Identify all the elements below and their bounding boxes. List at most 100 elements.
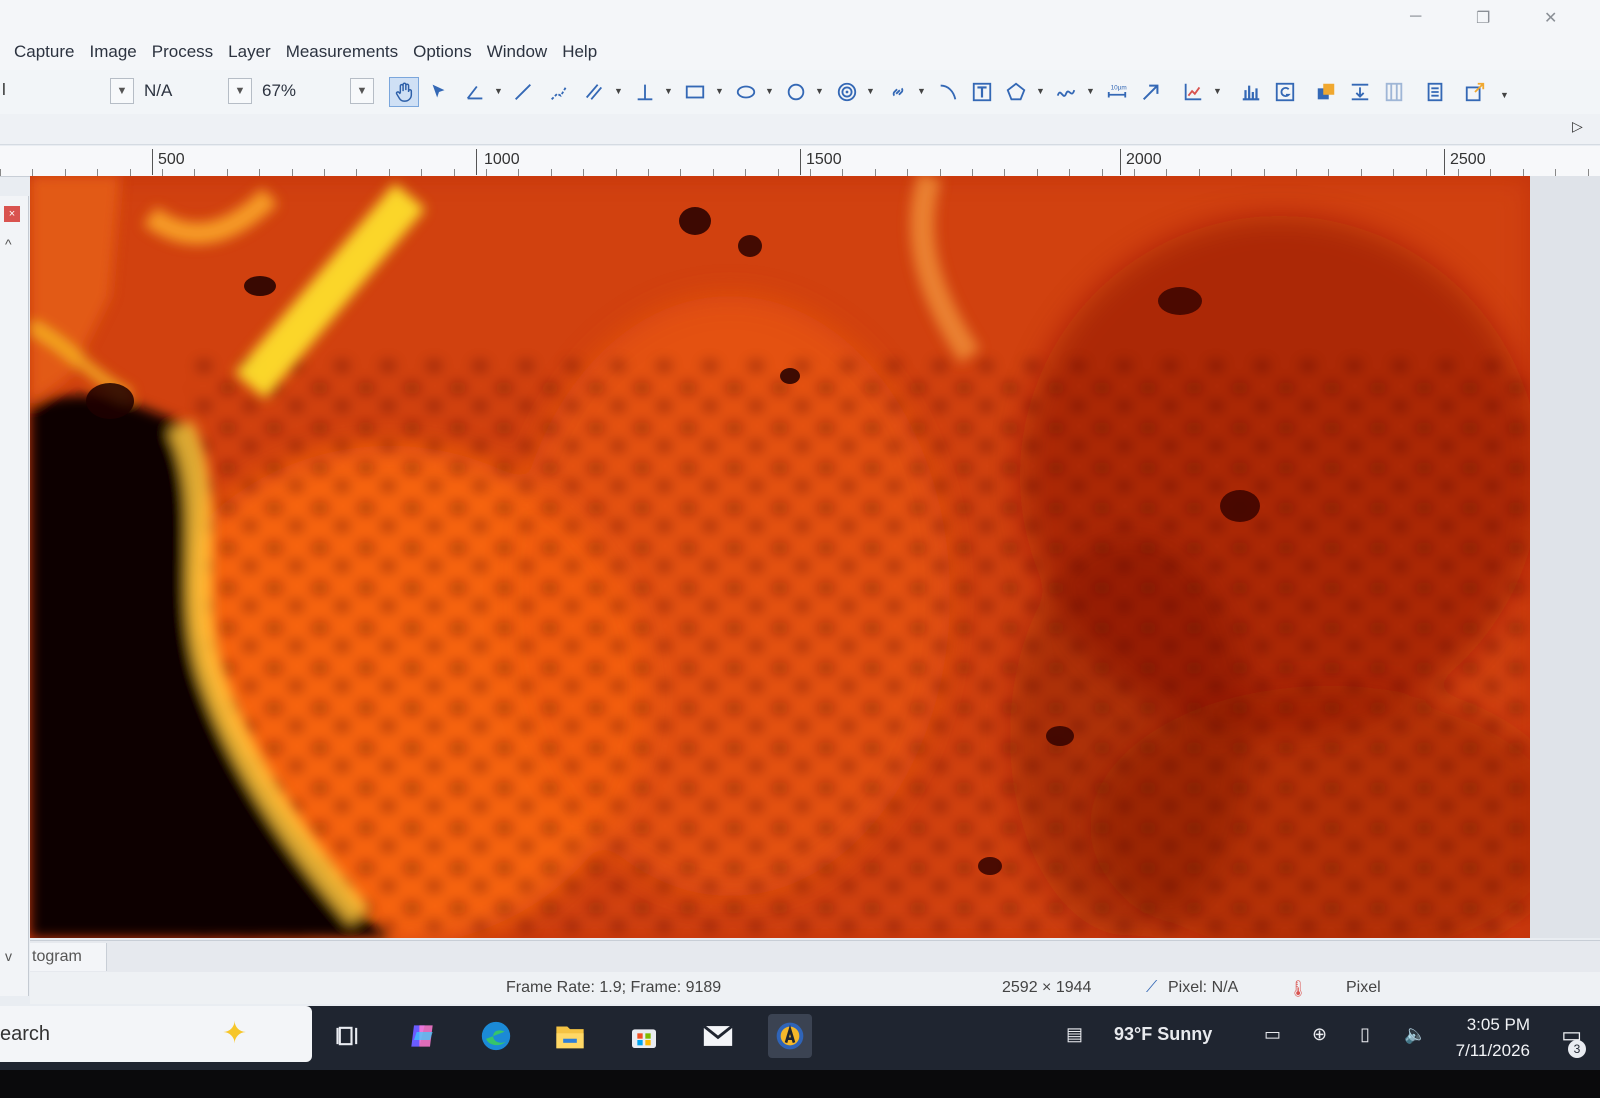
ruler-minor-tick (1490, 169, 1491, 176)
ellipse-dropdown-icon[interactable]: ▼ (765, 86, 774, 96)
parallel-dropdown-icon[interactable]: ▼ (614, 86, 623, 96)
ruler-minor-tick (1231, 169, 1232, 176)
ruler-minor-tick (454, 169, 455, 176)
toolbar: l ▼ N/A ▼ 67% ▼ ▼ ▼ ▼ ▼ ▼ ▼ ▼ ▼ ▼ ▼ 10µm… (0, 70, 1600, 115)
perpendicular-icon[interactable] (632, 79, 658, 105)
mail-icon[interactable] (700, 1018, 736, 1054)
report-icon[interactable] (1422, 79, 1448, 105)
expand-right-icon[interactable]: ▷ (1572, 118, 1583, 135)
menu-window[interactable]: Window (487, 42, 547, 62)
edge-browser-icon[interactable] (478, 1018, 514, 1054)
line-icon[interactable] (510, 79, 536, 105)
left-panel: × ^ v (0, 196, 29, 996)
ruler-minor-tick (32, 169, 33, 176)
ruler-minor-tick (1004, 169, 1005, 176)
taskbar-search[interactable]: earch ✦ (0, 1006, 312, 1062)
ruler-minor-tick (583, 169, 584, 176)
curve-dropdown-icon[interactable]: ▼ (1086, 86, 1095, 96)
copilot-icon[interactable] (404, 1018, 440, 1054)
angle-icon[interactable] (462, 79, 488, 105)
menu-process[interactable]: Process (152, 42, 213, 62)
scale-bar-icon[interactable]: 10µm (1104, 79, 1130, 105)
network-globe-icon[interactable]: ⊕ (1312, 1024, 1327, 1045)
arc-icon[interactable] (935, 79, 961, 105)
concentric-dropdown-icon[interactable]: ▼ (866, 86, 875, 96)
circle-icon[interactable] (783, 79, 809, 105)
meet-now-icon[interactable]: ▯ (1360, 1024, 1370, 1045)
menu-options[interactable]: Options (413, 42, 472, 62)
battery-icon[interactable]: ▭ (1264, 1024, 1281, 1045)
parallel-lines-icon[interactable] (581, 79, 607, 105)
g-tool-icon[interactable] (1272, 79, 1298, 105)
channel-combo[interactable]: ▼ N/A (110, 78, 172, 104)
notification-badge: 3 (1568, 1040, 1586, 1058)
measure-chart-icon[interactable] (1180, 79, 1206, 105)
tab-histogram[interactable]: togram (30, 943, 107, 971)
chevron-down-icon[interactable]: ▼ (350, 78, 374, 104)
clock-date: 7/11/2026 (1455, 1041, 1530, 1060)
weather-text[interactable]: 93°F Sunny (1114, 1024, 1212, 1045)
image-viewport[interactable] (30, 176, 1530, 938)
file-explorer-icon[interactable] (552, 1018, 588, 1054)
circle-dropdown-icon[interactable]: ▼ (815, 86, 824, 96)
close-icon[interactable]: × (4, 206, 20, 222)
system-clock[interactable]: 3:05 PM 7/11/2026 (1456, 1012, 1530, 1064)
export-icon[interactable] (1462, 79, 1488, 105)
menu-capture[interactable]: Capture (14, 42, 74, 62)
store-icon[interactable] (626, 1018, 662, 1054)
curve-icon[interactable] (1053, 79, 1079, 105)
screen: ─ ❐ ✕ Capture Image Process Layer Measur… (0, 0, 1600, 1098)
restore-button[interactable]: ❐ (1476, 8, 1490, 28)
arrow-tool-icon[interactable] (1138, 79, 1164, 105)
ruler-minor-tick (1102, 169, 1103, 176)
ruler-minor-tick (1166, 169, 1167, 176)
columns-icon[interactable] (1381, 79, 1407, 105)
chevron-down-icon[interactable]: v (5, 948, 12, 964)
thermometer-icon: 🌡 (1288, 981, 1309, 998)
chevron-down-icon[interactable]: ▼ (228, 78, 252, 104)
angle-dropdown-icon[interactable]: ▼ (494, 86, 503, 96)
ellipse-icon[interactable] (733, 79, 759, 105)
close-button[interactable]: ✕ (1544, 8, 1557, 28)
polyline-icon[interactable] (546, 79, 572, 105)
rectangle-dropdown-icon[interactable]: ▼ (715, 86, 724, 96)
volume-icon[interactable]: 🔈 (1404, 1024, 1426, 1045)
imaging-app-icon[interactable] (768, 1014, 812, 1058)
chevron-down-icon[interactable]: ▼ (110, 78, 134, 104)
ruler-minor-tick (292, 169, 293, 176)
horizontal-ruler: 500 1000 1500 2000 2500 (0, 146, 1600, 177)
overlay-icon[interactable] (1313, 79, 1339, 105)
rectangle-icon[interactable] (682, 79, 708, 105)
link-dropdown-icon[interactable]: ▼ (917, 86, 926, 96)
menu-layer[interactable]: Layer (228, 42, 271, 62)
align-icon[interactable] (1347, 79, 1373, 105)
ruler-minor-tick (97, 169, 98, 176)
concentric-circles-icon[interactable] (834, 79, 860, 105)
zoom-combo[interactable]: ▼ 67% (228, 78, 296, 104)
zoom-dropdown[interactable]: ▼ (350, 78, 374, 104)
hand-pan-icon[interactable] (389, 77, 419, 107)
measure-dropdown-icon[interactable]: ▼ (1213, 86, 1222, 96)
menu-measurements[interactable]: Measurements (286, 42, 398, 62)
link-icon[interactable] (885, 79, 911, 105)
vertical-scroll-area[interactable] (1530, 176, 1600, 938)
chevron-up-icon[interactable]: ^ (5, 236, 12, 252)
weather-widget-icon[interactable]: ▤ (1066, 1024, 1083, 1045)
perpendicular-dropdown-icon[interactable]: ▼ (664, 86, 673, 96)
select-arrow-icon[interactable] (426, 79, 452, 105)
polygon-icon[interactable] (1003, 79, 1029, 105)
ruler-minor-tick (1296, 169, 1297, 176)
text-tool-icon[interactable] (969, 79, 995, 105)
ruler-minor-tick (227, 169, 228, 176)
minimize-button[interactable]: ─ (1410, 8, 1421, 26)
pixel-info: Pixel: N/A (1168, 979, 1239, 996)
menu-image[interactable]: Image (89, 42, 136, 62)
menu-help[interactable]: Help (562, 42, 597, 62)
task-view-icon[interactable] (330, 1018, 366, 1054)
ruler-minor-tick (1037, 169, 1038, 176)
polygon-dropdown-icon[interactable]: ▼ (1036, 86, 1045, 96)
ruler-minor-tick (1393, 169, 1394, 176)
more-dropdown-icon[interactable]: ▼ (1500, 90, 1509, 100)
ruler-minor-tick (875, 169, 876, 176)
histogram-icon[interactable] (1238, 79, 1264, 105)
